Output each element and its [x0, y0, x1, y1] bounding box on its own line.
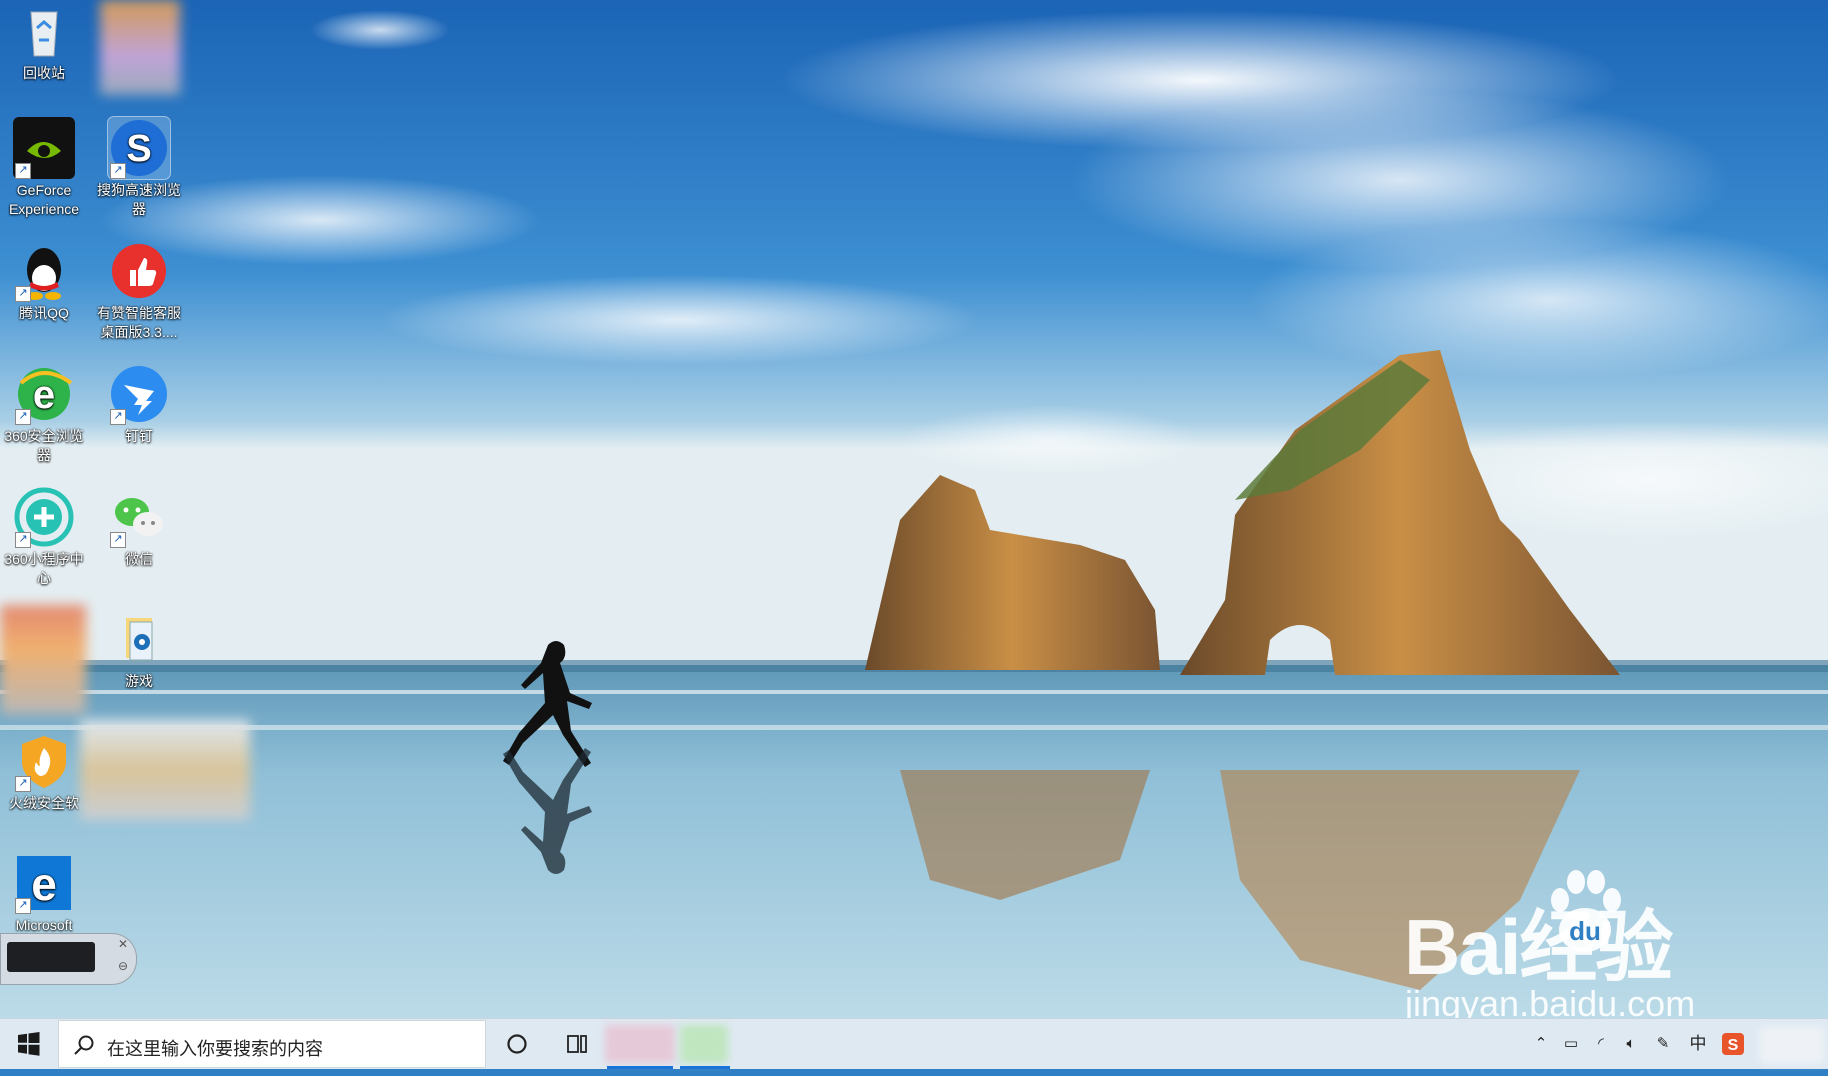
start-button[interactable]: [0, 1019, 56, 1069]
desktop-icon-label: 360安全浏览器: [4, 428, 84, 463]
watermark-logo-text: Bai经验: [1404, 903, 1673, 991]
minimize-icon[interactable]: ⊖: [118, 959, 128, 973]
search-placeholder: 在这里输入你要搜索的内容: [107, 1039, 323, 1059]
blurred-icon: [100, 0, 180, 95]
desktop-icon-label: 360小程序中心: [4, 551, 84, 586]
blurred-icon: [0, 605, 86, 715]
task-view-button[interactable]: [552, 1019, 602, 1069]
game-folder-icon: [108, 608, 170, 670]
desktop-icon-wechat[interactable]: ↗ 微信: [93, 486, 185, 569]
battery-icon[interactable]: ▭: [1556, 1019, 1586, 1069]
desktop-icon-youzan[interactable]: 有赞智能客服桌面版3.3....: [93, 240, 185, 342]
blurred-clock[interactable]: [1760, 1027, 1824, 1063]
taskbar: 在这里输入你要搜索的内容 ⌃ ▭ ◜ 🔈︎ ✎ 中 S: [0, 1018, 1828, 1069]
show-hidden-icons-chevron-icon[interactable]: ⌃: [1526, 1019, 1556, 1069]
floating-widget[interactable]: ✕ ⊖: [0, 933, 137, 985]
cortana-circle-icon: [507, 1034, 527, 1054]
blurred-icon: [80, 720, 250, 820]
sogou-ime-icon[interactable]: S: [1718, 1019, 1748, 1069]
desktop-icon-label: 腾讯QQ: [19, 305, 69, 321]
wifi-icon[interactable]: ◜: [1586, 1019, 1616, 1069]
cortana-button[interactable]: [492, 1019, 542, 1069]
edge-icon: e ↗: [13, 852, 75, 914]
watermark-du-text: du: [1569, 916, 1601, 946]
desktop-icon-geforce[interactable]: ↗ GeForce Experience: [0, 117, 90, 219]
desktop-icon-dingtalk[interactable]: ↗ 钉钉: [93, 363, 185, 446]
volume-icon[interactable]: 🔈︎: [1616, 1019, 1646, 1069]
svg-text:S: S: [126, 128, 151, 170]
desktop-icon-huorong[interactable]: ↗ 火绒安全软: [0, 730, 90, 813]
recycle-bin-icon: [13, 0, 75, 62]
dingtalk-icon: ↗: [108, 363, 170, 425]
desktop-icon-label: 微信: [125, 551, 153, 567]
sogou-browser-icon: S ↗: [107, 116, 171, 180]
baidu-jingyan-watermark: Bai经验: [1404, 885, 1673, 997]
desktop-icon-game-folder[interactable]: 游戏: [93, 608, 185, 691]
baidu-paw-icon: du: [1540, 868, 1630, 958]
desktop-icon-label: 回收站: [23, 65, 65, 81]
desktop-wallpaper: [0, 0, 1828, 1018]
desktop-icon-label: 有赞智能客服桌面版3.3....: [97, 305, 181, 340]
desktop-icon-label: 钉钉: [125, 428, 153, 444]
svg-text:S: S: [1728, 1037, 1739, 1054]
huorong-icon: ↗: [13, 730, 75, 792]
desktop-icon-360-miniapp[interactable]: ↗ 360小程序中心: [0, 486, 90, 588]
qq-icon: ↗: [13, 240, 75, 302]
desktop-icon-recycle-bin[interactable]: 回收站: [0, 0, 90, 83]
desktop-icon-360-browser[interactable]: e ↗ 360安全浏览器: [0, 363, 90, 465]
desktop-icon-label: 搜狗高速浏览器: [97, 182, 181, 217]
blurred-taskbar-app[interactable]: [680, 1025, 728, 1063]
floating-widget-panel: [7, 942, 95, 972]
blurred-taskbar-app[interactable]: [605, 1025, 675, 1063]
taskbar-search-box[interactable]: 在这里输入你要搜索的内容: [58, 1020, 486, 1068]
windows-logo-icon: [18, 1032, 40, 1056]
desktop-icon-edge[interactable]: e ↗ Microsoft: [0, 852, 90, 935]
desktop-icon-label: 游戏: [125, 673, 153, 689]
search-icon: [74, 1035, 94, 1055]
desktop-icon-qq[interactable]: ↗ 腾讯QQ: [0, 240, 90, 323]
desktop-icon-label: 火绒安全软: [9, 795, 79, 811]
pen-ink-icon[interactable]: ✎: [1648, 1019, 1678, 1069]
close-icon[interactable]: ✕: [118, 937, 128, 951]
360-browser-icon: e ↗: [13, 363, 75, 425]
wechat-icon: ↗: [108, 486, 170, 548]
svg-text:e: e: [33, 373, 55, 417]
ime-indicator[interactable]: 中: [1683, 1019, 1713, 1069]
svg-text:e: e: [31, 858, 57, 910]
desktop-icon-sogou-browser[interactable]: S ↗ 搜狗高速浏览器: [93, 116, 185, 219]
youzan-icon: [108, 240, 170, 302]
desktop-icon-label: GeForce Experience: [8, 182, 80, 217]
task-view-icon: [567, 1035, 587, 1053]
360-miniapp-icon: ↗: [13, 486, 75, 548]
geforce-icon: ↗: [13, 117, 75, 179]
